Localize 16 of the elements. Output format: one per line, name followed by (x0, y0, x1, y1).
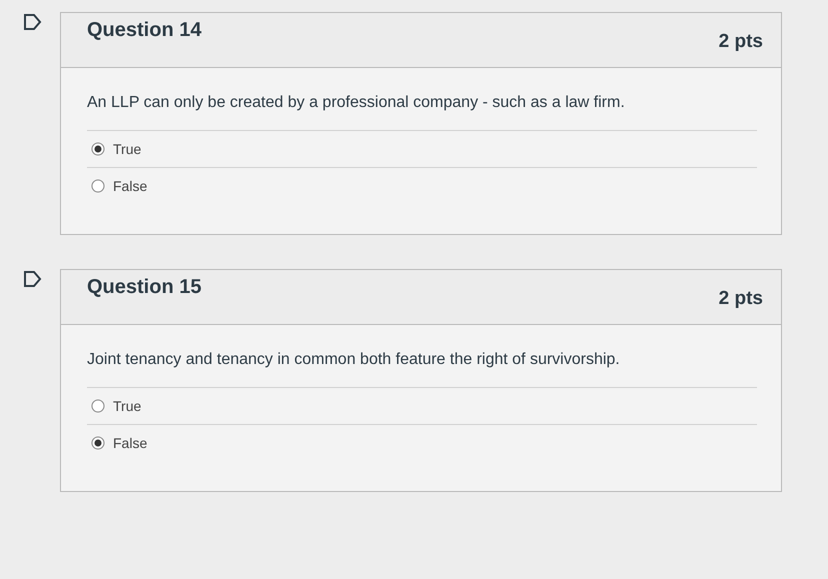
flag-icon[interactable] (24, 271, 42, 287)
points-label: 2 pts (718, 31, 763, 53)
flag-icon[interactable] (24, 14, 42, 30)
answer-label: False (113, 178, 148, 194)
question-text: Joint tenancy and tenancy in common both feature the right of survivorship. (87, 351, 621, 369)
answer-label: True (113, 398, 142, 414)
answer-label: False (113, 435, 148, 451)
answer-label: True (113, 141, 142, 157)
radio-button[interactable] (91, 179, 105, 193)
points-label: 2 pts (718, 288, 763, 310)
radio-button[interactable] (91, 142, 105, 156)
radio-button[interactable] (91, 436, 105, 450)
radio-button[interactable] (91, 399, 105, 413)
question-text: An LLP can only be created by a professional company - such as a law firm. (87, 94, 626, 112)
question-title: Question 15 (87, 276, 202, 299)
question-title: Question 14 (87, 19, 202, 42)
